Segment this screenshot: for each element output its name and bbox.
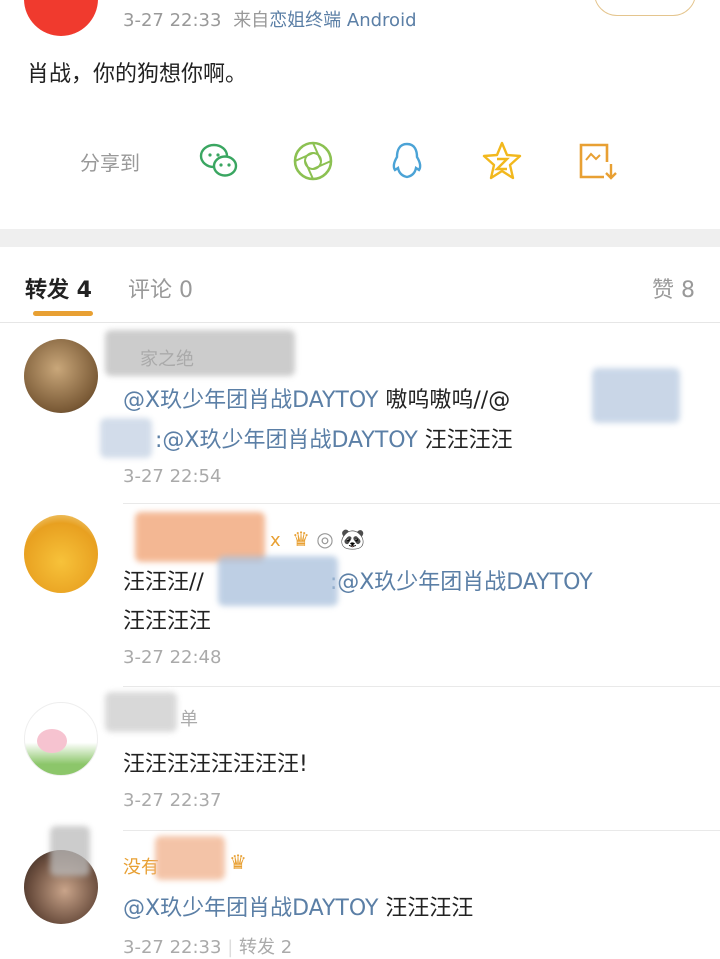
crown-badge-icon: ♛ — [292, 527, 310, 551]
tabs-divider — [0, 322, 720, 323]
user-badges: ♛ ◎ 🐼 — [292, 527, 365, 551]
redaction-scribble — [100, 418, 152, 458]
repost-text-line: :@X玖少年团肖战DAYTOY 汪汪汪汪 — [155, 422, 513, 454]
redaction-scribble — [218, 556, 338, 606]
mention-link[interactable]: :@X玖少年团肖战DAYTOY — [330, 570, 593, 595]
item-divider — [123, 686, 720, 687]
user-name[interactable]: 家之绝 — [140, 345, 194, 371]
repost-text-line: 汪汪汪// :@X玖少年团肖战DAYTOY — [123, 564, 593, 596]
repost-text: 汪汪汪汪 — [123, 609, 212, 634]
section-separator — [0, 229, 720, 247]
meta-separator: | — [227, 937, 234, 958]
repost-time: 3-27 22:48 — [123, 647, 222, 668]
qzone-icon[interactable] — [481, 140, 523, 182]
share-label: 分享到 — [80, 151, 140, 175]
tab-comment[interactable]: 评论 0 — [128, 272, 193, 304]
medal-badge-icon: ◎ — [316, 527, 334, 551]
tab-like[interactable]: 赞 8 — [652, 272, 695, 304]
repost-count[interactable]: 转发 2 — [239, 937, 292, 958]
repost-time: 3-27 22:37 — [123, 790, 222, 811]
wechat-icon[interactable] — [198, 140, 240, 182]
post-meta: 3-27 22:33 来自恋姐终端 Android — [123, 6, 417, 32]
moments-icon[interactable] — [292, 140, 334, 182]
post-time: 3-27 22:33 — [123, 10, 222, 31]
repost-text-line: @X玖少年团肖战DAYTOY 汪汪汪汪 — [123, 890, 473, 922]
repost-text-line: @X玖少年团肖战DAYTOY 嗷呜嗷呜//@ — [123, 382, 510, 414]
repost-meta: 3-27 22:33 | 转发 2 — [123, 933, 292, 959]
panda-badge-icon: 🐼 — [340, 527, 366, 551]
repost-text: 汪汪汪汪汪汪汪汪! — [123, 752, 308, 777]
repost-time: 3-27 22:54 — [123, 466, 222, 487]
follow-button[interactable] — [594, 0, 696, 16]
repost-text: 汪汪汪// — [123, 570, 204, 595]
redaction-scribble — [50, 826, 90, 876]
redaction-scribble — [105, 692, 177, 732]
post-source[interactable]: 恋姐终端 Android — [269, 10, 416, 31]
qq-icon[interactable] — [386, 140, 428, 182]
avatar[interactable] — [24, 702, 98, 776]
redaction-scribble — [135, 512, 265, 562]
repost-text: 汪汪汪汪 — [417, 428, 513, 453]
bunny-icon — [37, 729, 67, 753]
mention-link[interactable]: :@X玖少年团肖战DAYTOY — [155, 428, 418, 453]
user-name[interactable]: 单 — [180, 705, 198, 731]
save-image-icon[interactable] — [576, 140, 618, 182]
user-name[interactable]: x — [270, 530, 281, 551]
crown-badge-icon: ♛ — [229, 850, 247, 874]
post-from: 来自 — [233, 10, 270, 31]
redaction-scribble — [592, 368, 680, 423]
repost-text: 嗷呜嗷呜//@ — [378, 388, 511, 413]
mention-link[interactable]: @X玖少年团肖战DAYTOY — [123, 896, 378, 921]
post-text: 肖战，你的狗想你啊。 — [27, 62, 248, 87]
avatar[interactable] — [24, 339, 98, 413]
item-divider — [123, 503, 720, 504]
mention-link[interactable]: @X玖少年团肖战DAYTOY — [123, 388, 378, 413]
avatar[interactable] — [24, 515, 98, 593]
repost-time: 3-27 22:33 — [123, 937, 222, 958]
tab-repost[interactable]: 转发 4 — [25, 272, 92, 304]
repost-text-line: 汪汪汪汪 — [123, 603, 211, 635]
repost-text: 汪汪汪汪 — [378, 896, 474, 921]
redaction-scribble — [105, 330, 295, 376]
author-avatar[interactable] — [24, 0, 98, 36]
item-divider — [123, 830, 720, 831]
redaction-scribble — [155, 836, 225, 880]
user-name[interactable]: 没有 — [123, 853, 159, 879]
active-tab-indicator — [33, 311, 93, 316]
